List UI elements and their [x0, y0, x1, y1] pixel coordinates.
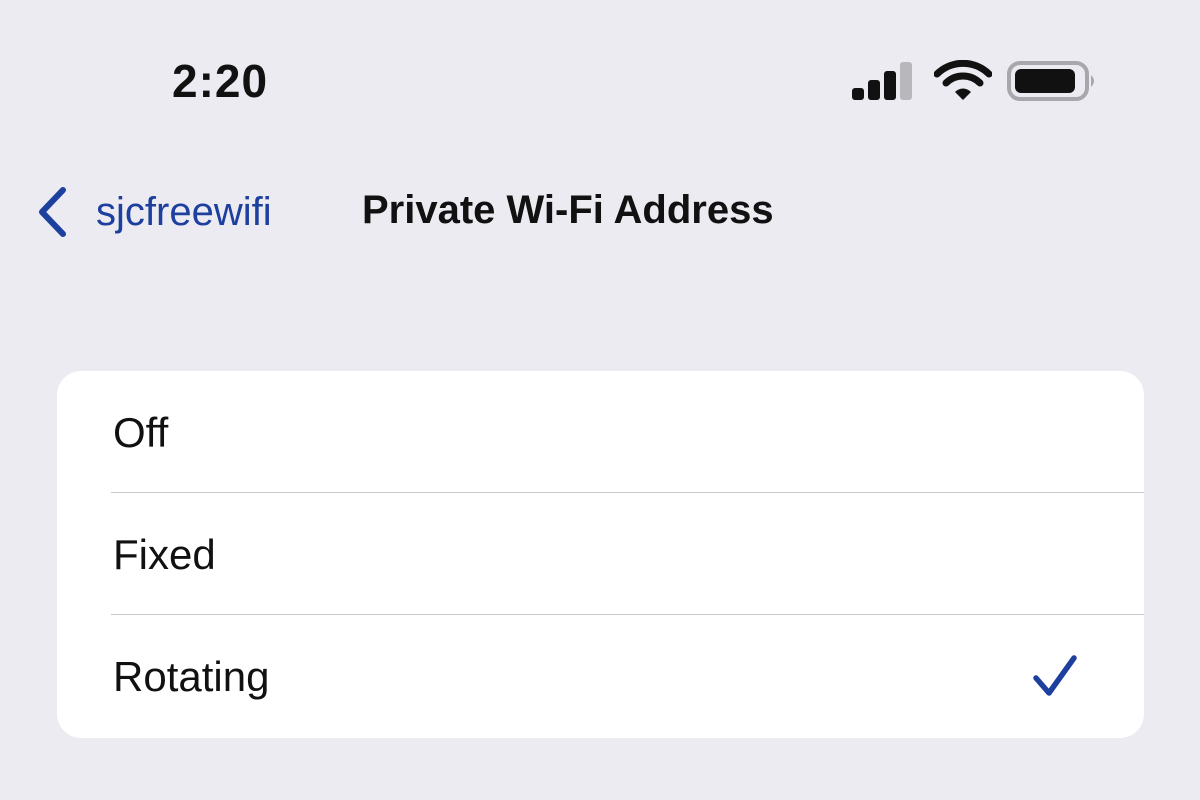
option-label: Rotating — [113, 653, 270, 700]
chevron-left-icon — [39, 187, 66, 237]
status-icons — [846, 58, 1106, 104]
status-time: 2:20 — [172, 55, 269, 107]
options-card: Off Fixed Rotating — [57, 371, 1144, 738]
battery-icon — [1007, 61, 1094, 101]
option-label: Off — [113, 409, 169, 456]
option-label: Fixed — [113, 531, 216, 578]
option-rotating[interactable]: Rotating — [57, 615, 1144, 737]
back-label: sjcfreewifi — [96, 189, 272, 234]
option-off[interactable]: Off — [57, 371, 1144, 493]
back-button[interactable]: sjcfreewifi — [34, 182, 272, 242]
option-fixed[interactable]: Fixed — [57, 493, 1144, 615]
page-title: Private Wi-Fi Address — [362, 188, 774, 232]
checkmark-icon — [1033, 655, 1077, 696]
wifi-icon — [934, 60, 992, 100]
cellular-signal-icon — [852, 62, 912, 100]
